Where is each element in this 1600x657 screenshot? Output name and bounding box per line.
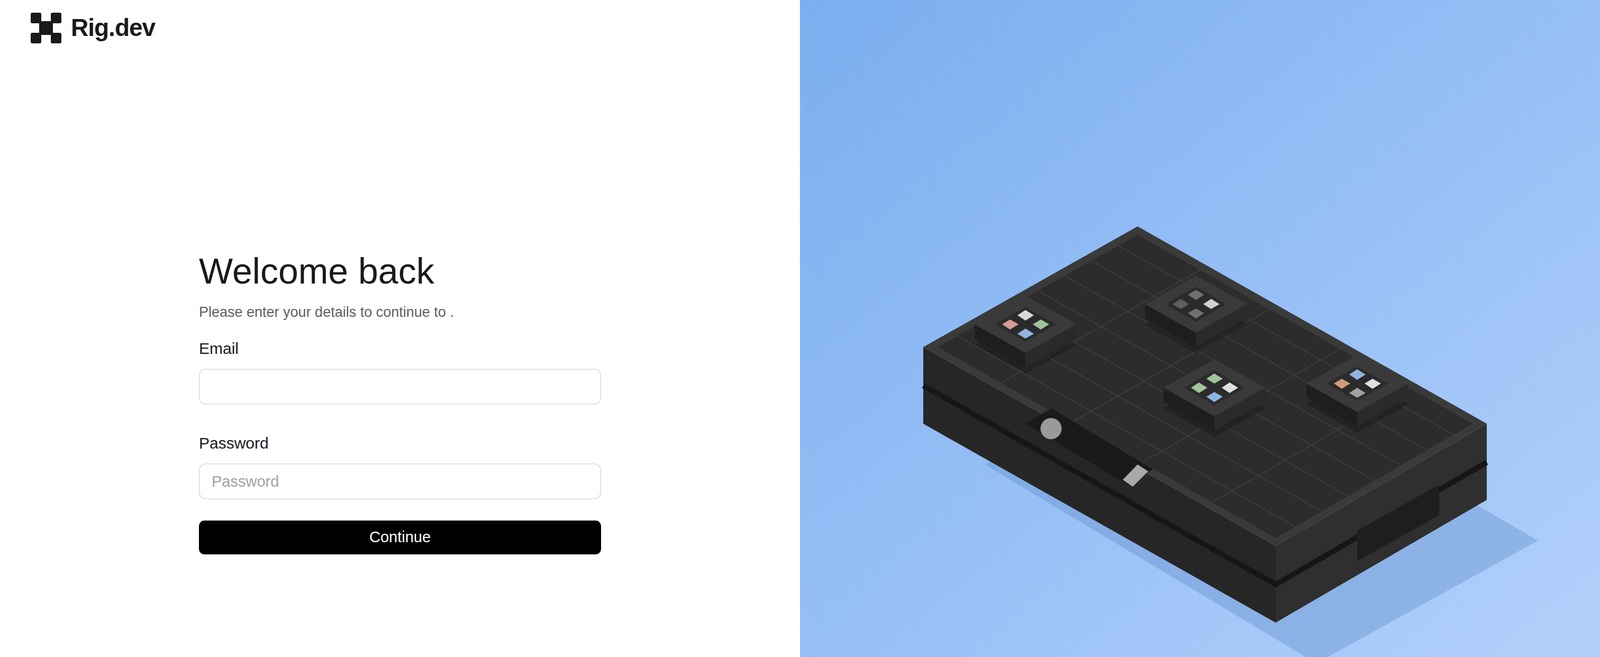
continue-button[interactable]: Continue [198,520,602,555]
form-field: Email [198,336,602,405]
field-label: Password [198,431,602,456]
login-form: Welcome back Please enter your details to… [198,249,602,555]
login-title: Welcome back [198,249,602,294]
illustration-panel [800,0,1600,657]
field-label: Email [198,336,602,361]
brand: Rig.dev [30,9,770,47]
login-page: Rig.dev Welcome back Please enter your det… [0,0,1600,657]
form-field: Password [198,431,602,500]
device-illustration [800,0,1600,657]
login-panel: Rig.dev Welcome back Please enter your det… [0,0,800,657]
password-input[interactable] [198,463,602,500]
email-input[interactable] [198,368,602,405]
logo-icon [30,12,62,44]
login-subtitle: Please enter your details to continue to… [198,301,602,324]
brand-name: Rig.dev [70,9,156,47]
